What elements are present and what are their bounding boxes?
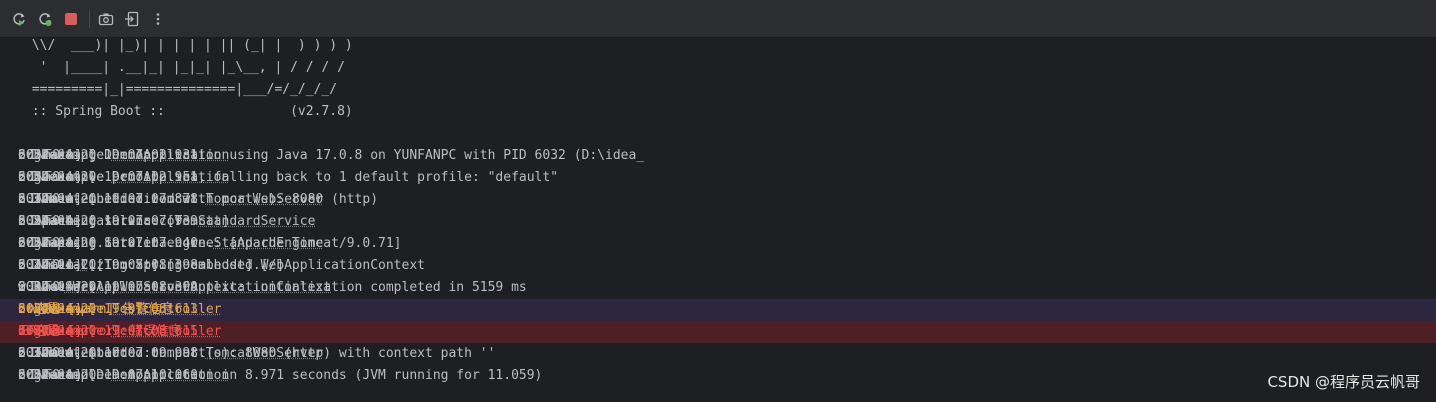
banner-text: :: Spring Boot :: (v2.7.8) [24, 104, 353, 119]
banner-line: :: Spring Boot :: (v2.7.8) [0, 101, 1436, 123]
toolbar-divider [89, 9, 90, 28]
log-message: : Initializing Spring embedded WebApplic… [18, 258, 425, 273]
log-line: 2024-04-20 19:07:02.951 INFO 6032 --- [mai… [0, 167, 1436, 189]
log-message: : Starting DemoApplication using Java 17… [18, 148, 645, 163]
log-message: : 这是 [warn] 告警信息 [18, 302, 175, 317]
log-message: : Root WebApplicationContext: initializa… [18, 280, 527, 295]
stop-button[interactable] [61, 9, 81, 29]
banner-line: ' |____| .__|_| |_|_| |_\__, | / / / / [0, 57, 1436, 79]
log-message: : No active profile set, falling back to… [18, 170, 559, 185]
stop-icon [65, 12, 77, 25]
watermark: CSDN @程序员云帆哥 [1267, 373, 1420, 391]
screenshot-button[interactable] [96, 9, 116, 29]
banner-line: =========|_|==============|___/=/_/_/_/ [0, 79, 1436, 101]
log-line: 2024-04-20 19:07:08.398 INFO 6032 --- [mai… [0, 255, 1436, 277]
log-message: : Starting Servlet engine: [Apache Tomca… [18, 236, 402, 251]
banner-text: =========|_|==============|___/=/_/_/_/ [24, 82, 338, 97]
log-line: 2024-04-20 19:07:10.060 INFO 6032 --- [mai… [0, 365, 1436, 387]
screenshot-icon [98, 13, 114, 25]
console-output[interactable]: \\/ ___)| |_)| | | | | || (_| | ) ) ) ) … [0, 38, 1436, 402]
rerun-button[interactable] [9, 9, 29, 29]
exit-icon [125, 11, 139, 26]
banner-text: ' |____| .__|_| |_|_| |_\__, | / / / / [24, 60, 345, 75]
rerun-failed-button[interactable] [35, 9, 55, 29]
log-message: : Starting service [Tomcat] [18, 214, 230, 229]
more-options-button[interactable] [148, 9, 168, 29]
console-toolbar [0, 0, 1436, 38]
banner-text: \\/ ___)| |_)| | | | | || (_| | ) ) ) ) [24, 38, 353, 53]
log-line: 2024-04-20 19:07:07.940 INFO 6032 --- [mai… [0, 233, 1436, 255]
exit-button[interactable] [122, 9, 142, 29]
log-line: 2024-04-20 19:07:08.615 ERROR 6032 --- [ma… [0, 321, 1436, 343]
log-line: 2024-04-20 19:07:02.931 INFO 6032 --- [mai… [0, 145, 1436, 167]
log-message: : Started DemoApplication in 8.971 secon… [18, 368, 543, 383]
log-message: : Tomcat started on port(s): 8080 (http)… [18, 346, 496, 361]
more-vertical-icon [156, 12, 160, 25]
rerun-failed-icon [39, 12, 52, 26]
log-message: : Tomcat initialized with port(s): 8080 … [18, 192, 379, 207]
log-line: 2024-04-20 19:07:09.998 INFO 6032 --- [mai… [0, 343, 1436, 365]
log-line: 2024-04-20 19:07:08.399 INFO 6032 --- [mai… [0, 277, 1436, 299]
log-line: 2024-04-20 19:07:07.878 INFO 6032 --- [mai… [0, 189, 1436, 211]
rerun-icon [13, 12, 25, 26]
log-line: 2024-04-20 19:07:07.939 INFO 6032 --- [mai… [0, 211, 1436, 233]
banner-line: \\/ ___)| |_)| | | | | || (_| | ) ) ) ) [0, 38, 1436, 57]
log-line: 2024-04-20 19:07:08.613 WARN 6032 --- [mai… [0, 299, 1436, 321]
log-message: : 这是 [error] 错误信息 [18, 324, 183, 339]
